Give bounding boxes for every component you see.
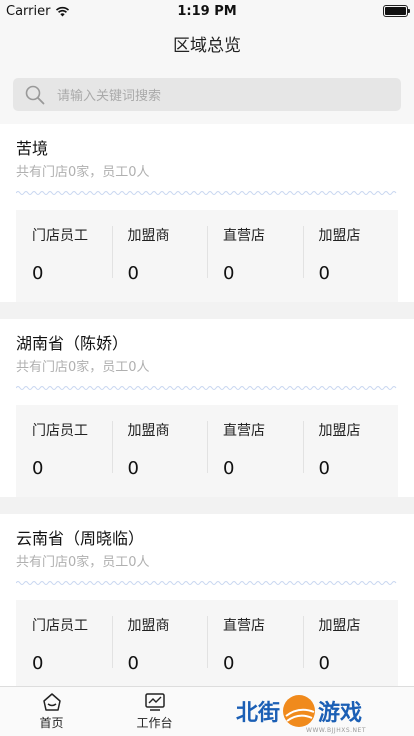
stat-value: 0 xyxy=(127,263,139,284)
stat-value: 0 xyxy=(127,458,139,479)
stat-franchise-store: 加盟店 0 xyxy=(302,616,399,692)
stat-value: 0 xyxy=(223,458,235,479)
stat-label: 加盟店 xyxy=(318,228,361,244)
stat-label: 直营店 xyxy=(223,423,265,439)
workbench-icon xyxy=(144,693,165,711)
region-title: 苦境 xyxy=(16,139,49,158)
wifi-icon xyxy=(56,6,70,16)
stat-label: 加盟商 xyxy=(127,228,170,244)
stat-direct-store: 直营店 0 xyxy=(207,421,303,497)
stats-panel: 门店员工 0 加盟商 0 直营店 0 加盟店 0 xyxy=(16,600,398,692)
stat-direct-store: 直营店 0 xyxy=(207,616,303,692)
stat-value: 0 xyxy=(318,653,330,674)
watermark-right: 游戏 xyxy=(318,701,363,726)
region-summary: 共有门店0家，员工0人 xyxy=(16,165,150,180)
tab-label: 工作台 xyxy=(136,716,173,730)
stat-franchisee: 加盟商 0 xyxy=(111,616,208,692)
nav-bar: 区域总览 xyxy=(0,22,414,64)
tab-home[interactable]: 首页 xyxy=(0,687,103,736)
watermark-logo: 北街 游戏 WWW.BJJHXS.NET xyxy=(236,688,408,734)
stat-franchisee: 加盟商 0 xyxy=(111,226,208,302)
stat-value: 0 xyxy=(32,458,44,479)
watermark-left: 北街 xyxy=(236,701,281,726)
stat-franchisee: 加盟商 0 xyxy=(111,421,208,497)
stat-label: 加盟店 xyxy=(318,618,361,634)
stat-value: 0 xyxy=(223,263,235,284)
region-card[interactable]: 云南省（周晓临） 共有门店0家，员工0人 门店员工 0 加盟商 0 直营店 0 … xyxy=(0,514,414,692)
stat-label: 门店员工 xyxy=(32,228,88,244)
stat-label: 加盟店 xyxy=(318,423,361,439)
tab-workbench[interactable]: 工作台 xyxy=(103,687,206,736)
home-icon xyxy=(42,693,61,711)
stats-panel: 门店员工 0 加盟商 0 直营店 0 加盟店 0 xyxy=(16,210,398,302)
search-icon xyxy=(25,85,45,104)
stat-label: 加盟商 xyxy=(127,423,170,439)
stat-value: 0 xyxy=(223,653,235,674)
stat-store-staff: 门店员工 0 xyxy=(16,616,112,692)
carrier-label: Carrier xyxy=(6,3,51,19)
stat-label: 门店员工 xyxy=(32,618,88,634)
search-bar: 请输入关键词搜索 xyxy=(0,64,414,124)
battery-icon xyxy=(383,5,410,17)
region-card[interactable]: 湖南省（陈娇） 共有门店0家，员工0人 门店员工 0 加盟商 0 直营店 0 加… xyxy=(0,319,414,497)
watermark-url: WWW.BJJHXS.NET xyxy=(306,727,366,734)
stat-value: 0 xyxy=(318,263,330,284)
stats-panel: 门店员工 0 加盟商 0 直营店 0 加盟店 0 xyxy=(16,405,398,497)
region-summary: 共有门店0家，员工0人 xyxy=(16,555,150,570)
region-list: 苦境 共有门店0家，员工0人 门店员工 0 加盟商 0 直营店 0 加盟店 0 xyxy=(0,124,414,692)
region-title: 云南省（周晓临） xyxy=(16,529,145,548)
region-summary: 共有门店0家，员工0人 xyxy=(16,360,150,375)
stat-franchise-store: 加盟店 0 xyxy=(302,421,399,497)
search-placeholder: 请输入关键词搜索 xyxy=(57,89,162,104)
page-title: 区域总览 xyxy=(173,35,241,56)
stat-label: 门店员工 xyxy=(32,423,88,439)
search-input[interactable]: 请输入关键词搜索 xyxy=(13,78,401,111)
status-bar: Carrier 1:19 PM xyxy=(0,0,414,22)
stat-value: 0 xyxy=(32,653,44,674)
wave-divider xyxy=(15,581,397,585)
stat-label: 加盟商 xyxy=(127,618,170,634)
stat-store-staff: 门店员工 0 xyxy=(16,421,112,497)
stat-franchise-store: 加盟店 0 xyxy=(302,226,399,302)
region-card[interactable]: 苦境 共有门店0家，员工0人 门店员工 0 加盟商 0 直营店 0 加盟店 0 xyxy=(0,124,414,302)
sun-icon xyxy=(283,695,316,727)
tab-label: 首页 xyxy=(39,716,64,730)
stat-store-staff: 门店员工 0 xyxy=(16,226,112,302)
stat-label: 直营店 xyxy=(223,618,265,634)
stat-label: 直营店 xyxy=(223,228,265,244)
stat-value: 0 xyxy=(127,653,139,674)
stat-value: 0 xyxy=(318,458,330,479)
region-title: 湖南省（陈娇） xyxy=(16,334,129,353)
wave-divider xyxy=(15,386,397,390)
stat-direct-store: 直营店 0 xyxy=(207,226,303,302)
wave-divider xyxy=(15,191,397,195)
stat-value: 0 xyxy=(32,263,44,284)
